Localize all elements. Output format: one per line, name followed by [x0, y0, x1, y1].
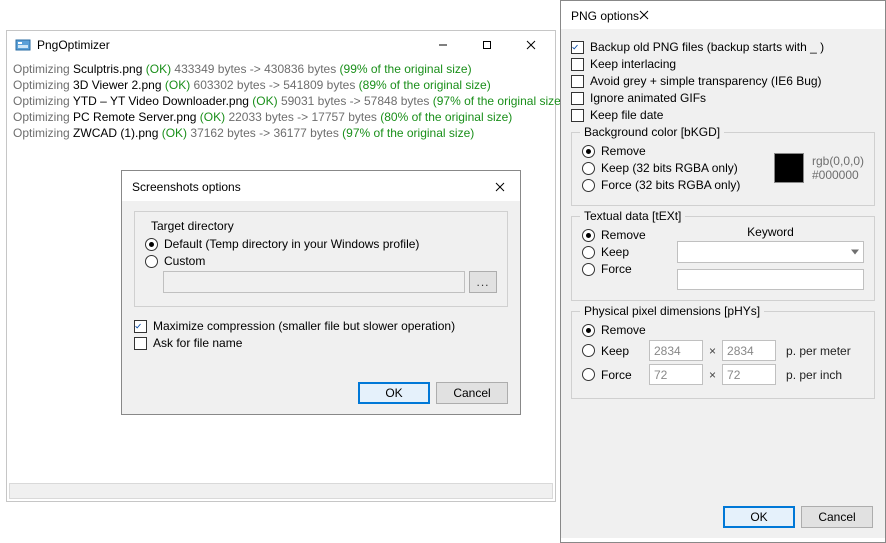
color-rgb-label: rgb(0,0,0) [812, 154, 864, 168]
dialog-title: Screenshots options [132, 180, 488, 194]
phys-force-y-input[interactable]: 72 [722, 364, 776, 385]
phys-force-x-input[interactable]: 72 [649, 364, 703, 385]
radio-bkgd-force-label: Force (32 bits RGBA only) [601, 178, 740, 192]
group-title: Physical pixel dimensions [pHYs] [580, 304, 764, 318]
radio-phys-force[interactable] [582, 368, 595, 381]
radio-text-keep[interactable] [582, 246, 595, 259]
check-backup-old-png[interactable] [571, 41, 584, 54]
screenshots-options-dialog: Screenshots options Target directory Def… [121, 170, 521, 415]
log-line: Optimizing ZWCAD (1).png (OK) 37162 byte… [13, 125, 549, 141]
check-avoid-grey[interactable] [571, 75, 584, 88]
group-title: Target directory [147, 219, 238, 233]
check-ignore-gifs[interactable] [571, 92, 584, 105]
check-maximize-compression[interactable] [134, 320, 147, 333]
text-value-input[interactable] [677, 269, 864, 290]
group-title: Background color [bKGD] [580, 125, 724, 139]
radio-phys-remove[interactable] [582, 324, 595, 337]
ok-button[interactable]: OK [723, 506, 795, 528]
textual-data-group: Textual data [tEXt] Remove Keep Force Ke… [571, 216, 875, 301]
close-icon[interactable] [488, 177, 512, 197]
check-avoid-grey-label: Avoid grey + simple transparency (IE6 Bu… [590, 74, 822, 88]
radio-default-label: Default (Temp directory in your Windows … [164, 237, 419, 251]
keyword-combo[interactable] [677, 241, 864, 263]
browse-button[interactable]: ... [469, 271, 497, 293]
phys-keep-x-input[interactable]: 2834 [649, 340, 703, 361]
cancel-button[interactable]: Cancel [436, 382, 508, 404]
phys-keep-y-input[interactable]: 2834 [722, 340, 776, 361]
chevron-down-icon [851, 250, 859, 255]
custom-directory-input[interactable] [163, 271, 465, 293]
log-line: Optimizing Sculptris.png (OK) 433349 byt… [13, 61, 549, 77]
check-backup-label: Backup old PNG files (backup starts with… [590, 40, 824, 54]
radio-phys-force-label: Force [601, 368, 649, 382]
target-directory-group: Target directory Default (Temp directory… [134, 211, 508, 307]
png-options-dialog: PNG options Backup old PNG files (backup… [560, 0, 886, 543]
check-keep-file-date-label: Keep file date [590, 108, 663, 122]
phys-keep-unit: p. per meter [786, 344, 851, 358]
radio-bkgd-force[interactable] [582, 179, 595, 192]
window-title: PngOptimizer [37, 38, 421, 52]
multiply-icon: × [709, 344, 716, 358]
radio-default-directory[interactable] [145, 238, 158, 251]
check-ask-filename[interactable] [134, 337, 147, 350]
radio-phys-keep[interactable] [582, 344, 595, 357]
radio-bkgd-keep[interactable] [582, 162, 595, 175]
check-keep-file-date[interactable] [571, 109, 584, 122]
dialog-title: PNG options [571, 9, 639, 23]
check-ignore-gifs-label: Ignore animated GIFs [590, 91, 706, 105]
multiply-icon: × [709, 368, 716, 382]
group-title: Textual data [tEXt] [580, 209, 685, 223]
radio-text-remove[interactable] [582, 229, 595, 242]
close-button[interactable] [509, 32, 553, 58]
radio-text-force[interactable] [582, 263, 595, 276]
cancel-button[interactable]: Cancel [801, 506, 873, 528]
log-line: Optimizing 3D Viewer 2.png (OK) 603302 b… [13, 77, 549, 93]
color-hex-label: #000000 [812, 168, 864, 182]
phys-force-unit: p. per inch [786, 368, 842, 382]
check-keep-interlacing[interactable] [571, 58, 584, 71]
radio-text-remove-label: Remove [601, 228, 646, 242]
radio-bkgd-remove-label: Remove [601, 144, 646, 158]
radio-custom-label: Custom [164, 254, 205, 268]
radio-bkgd-keep-label: Keep (32 bits RGBA only) [601, 161, 738, 175]
log-area: Optimizing Sculptris.png (OK) 433349 byt… [7, 59, 555, 143]
keyword-header: Keyword [677, 225, 864, 239]
radio-custom-directory[interactable] [145, 255, 158, 268]
radio-phys-remove-label: Remove [601, 323, 646, 337]
log-line: Optimizing PC Remote Server.png (OK) 220… [13, 109, 549, 125]
minimize-button[interactable] [421, 32, 465, 58]
radio-bkgd-remove[interactable] [582, 145, 595, 158]
check-maximize-label: Maximize compression (smaller file but s… [153, 319, 455, 333]
background-color-group: Background color [bKGD] Remove Keep (32 … [571, 132, 875, 206]
physical-dimensions-group: Physical pixel dimensions [pHYs] Remove … [571, 311, 875, 399]
titlebar[interactable]: PngOptimizer [7, 31, 555, 59]
color-swatch[interactable] [774, 153, 804, 183]
close-icon[interactable] [639, 9, 649, 23]
app-icon [15, 37, 31, 53]
horizontal-scrollbar[interactable] [9, 483, 553, 499]
ok-button[interactable]: OK [358, 382, 430, 404]
radio-phys-keep-label: Keep [601, 344, 649, 358]
radio-text-force-label: Force [601, 262, 632, 276]
maximize-button[interactable] [465, 32, 509, 58]
log-line: Optimizing YTD – YT Video Downloader.png… [13, 93, 549, 109]
check-keep-interlacing-label: Keep interlacing [590, 57, 676, 71]
check-ask-filename-label: Ask for file name [153, 336, 242, 350]
radio-text-keep-label: Keep [601, 245, 629, 259]
